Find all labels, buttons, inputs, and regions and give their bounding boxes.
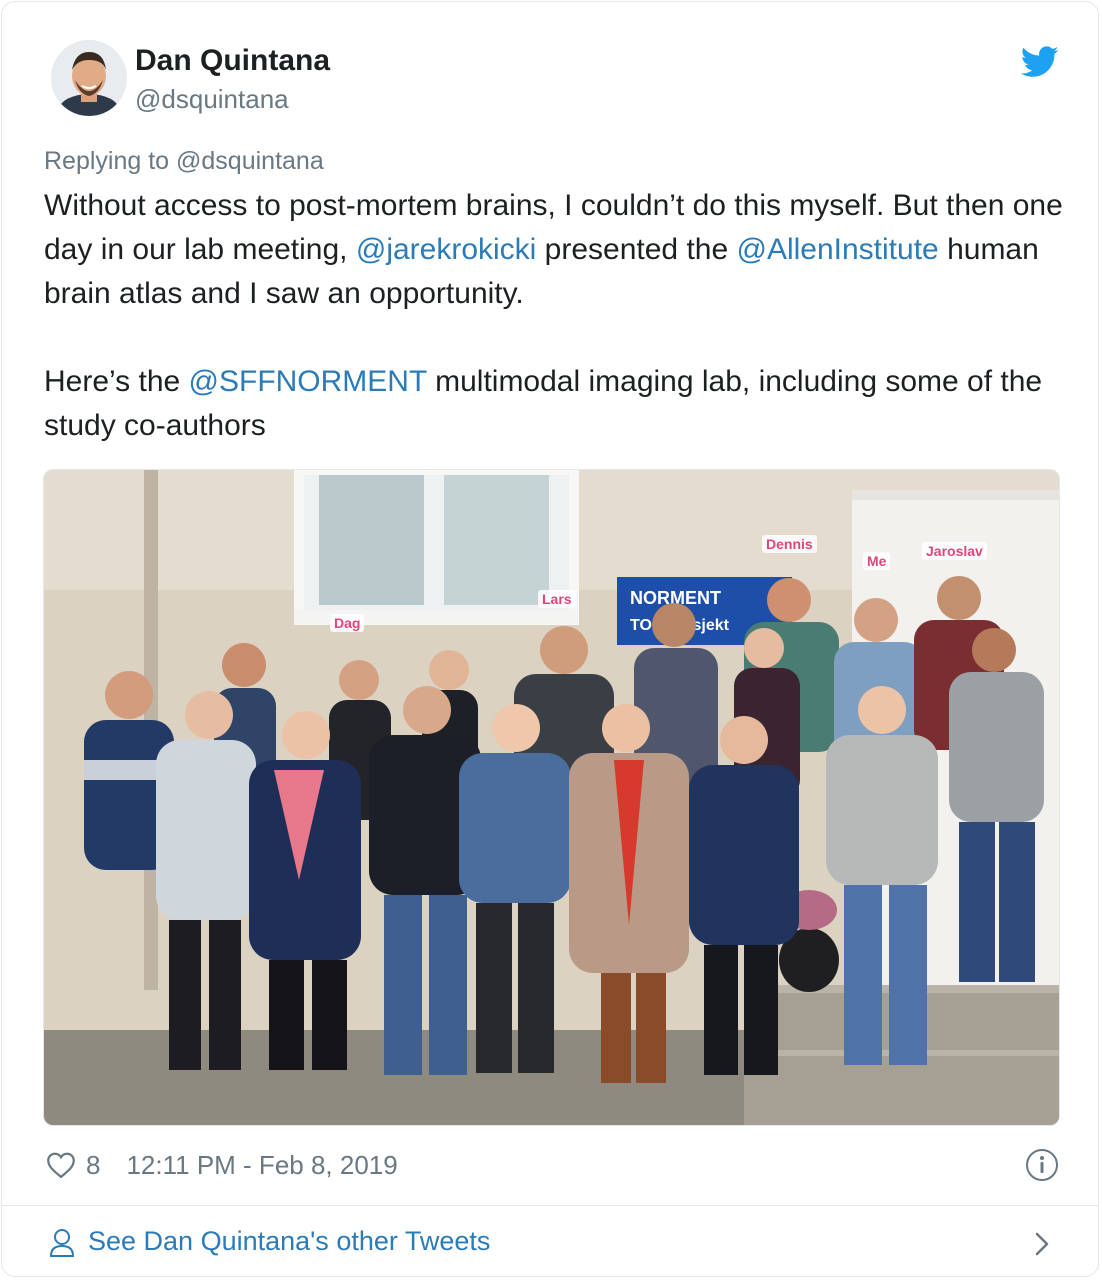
person-icon [49,1229,75,1257]
mention-link-alleninstitute[interactable]: @AllenInstitute [737,233,939,266]
see-other-tweets-link[interactable]: See Dan Quintana's other Tweets [2,1206,1098,1276]
tweet-meta: 8 12:11 PM - Feb 8, 2019 [46,1148,398,1182]
tweet-paragraph-1: Without access to post-mortem brains, I … [44,184,1074,316]
photo-tag-dennis: Dennis [762,535,817,553]
heart-icon[interactable] [46,1151,76,1179]
tweet-text: Without access to post-mortem brains, I … [44,184,1074,448]
info-icon[interactable] [1025,1148,1059,1182]
see-other-tweets-label[interactable]: See Dan Quintana's other Tweets [88,1226,490,1257]
photo-tag-lars: Lars [538,590,576,608]
tweet-paragraph-2: Here’s the @SFFNORMENT multimodal imagin… [44,360,1074,448]
timestamp[interactable]: 12:11 PM - Feb 8, 2019 [126,1150,397,1181]
avatar[interactable] [51,40,127,116]
like-count[interactable]: 8 [86,1150,100,1181]
group-photo-illustration: NORMENT TOP prosjekt [44,470,1059,1125]
twitter-bird-icon[interactable] [1021,46,1059,78]
tweet-text-span: Here’s the [44,365,189,398]
photo-tag-me: Me [863,552,891,570]
replying-to[interactable]: Replying to @dsquintana [44,147,324,176]
photo-tag-jaroslav: Jaroslav [922,542,987,560]
tweet-text-span: presented the [536,233,737,266]
mention-link-jarekrokicki[interactable]: @jarekrokicki [356,233,536,266]
photo-tag-dag: Dag [330,614,365,632]
tweet-card: Dan Quintana @dsquintana Replying to @ds… [1,1,1099,1277]
mention-link-sffnorment[interactable]: @SFFNORMENT [189,365,427,398]
chevron-right-icon [1035,1232,1049,1256]
tweet-photo[interactable]: NORMENT TOP prosjekt Dag Lars Dennis Me … [43,469,1060,1126]
author-handle[interactable]: @dsquintana [135,84,289,115]
author-name[interactable]: Dan Quintana [135,44,330,78]
